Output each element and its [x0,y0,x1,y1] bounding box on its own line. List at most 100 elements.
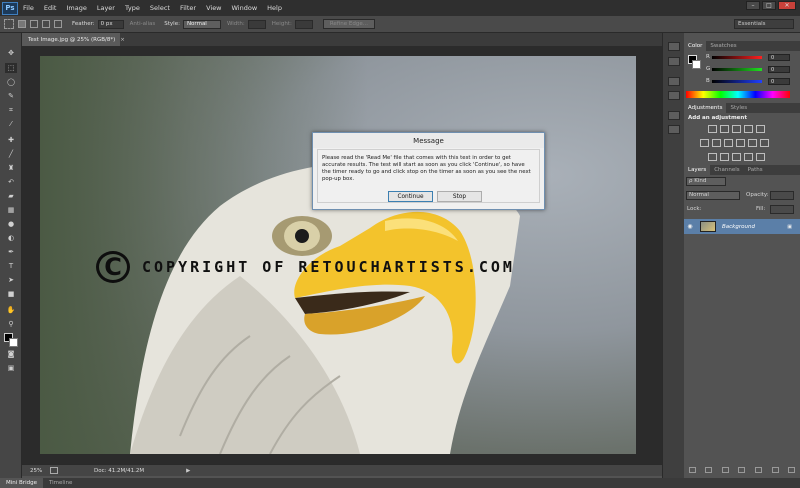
menu-select[interactable]: Select [145,4,175,12]
menu-edit[interactable]: Edit [39,4,62,12]
green-value[interactable]: 0 [768,65,790,73]
dialog-titlebar[interactable]: Message [313,133,544,148]
opacity-input[interactable] [770,191,794,200]
subtract-selection-icon[interactable] [42,20,50,28]
path-select-tool-icon[interactable]: ➤ [5,275,17,285]
properties-panel-icon[interactable] [668,57,680,66]
clone-stamp-tool-icon[interactable]: ♜ [5,163,17,173]
tab-paths[interactable]: Paths [744,165,767,175]
black-white-icon[interactable] [724,139,733,147]
lasso-tool-icon[interactable]: ◯ [5,77,17,87]
blur-tool-icon[interactable]: ● [5,219,17,229]
width-input[interactable] [247,19,266,29]
zoom-level[interactable]: 25% [22,468,44,474]
tab-styles[interactable]: Styles [726,103,751,113]
zoom-tool-icon[interactable]: ⚲ [5,319,17,329]
new-layer-icon[interactable] [771,467,779,473]
blend-mode-select[interactable]: Normal [686,191,740,200]
vibrance-icon[interactable] [756,125,765,133]
paragraph-panel-icon[interactable] [668,91,680,100]
intersect-selection-icon[interactable] [54,20,62,28]
link-layers-icon[interactable] [688,467,696,473]
feather-input[interactable]: 0 px [97,19,124,29]
photo-filter-icon[interactable] [736,139,745,147]
layer-visibility-eye-icon[interactable]: ◉ [684,223,696,230]
new-adjustment-layer-icon[interactable] [738,467,746,473]
levels-icon[interactable] [720,125,729,133]
document-tab[interactable]: Test Image.jpg @ 25% (RGB/8*) × [22,33,125,46]
menu-filter[interactable]: Filter [175,4,201,12]
posterize-icon[interactable] [720,153,729,161]
dodge-tool-icon[interactable]: ◐ [5,233,17,243]
color-balance-icon[interactable] [712,139,721,147]
character-panel-icon[interactable] [668,77,680,86]
layer-filter-kind-select[interactable]: ρ Kind [686,177,726,186]
workspace-select[interactable]: Essentials [734,19,794,29]
minimize-button[interactable]: – [746,1,760,10]
new-group-icon[interactable] [755,467,763,473]
type-tool-icon[interactable]: T [5,261,17,271]
brush-tool-icon[interactable]: ╱ [5,149,17,159]
red-slider[interactable]: R 0 [706,53,790,61]
history-panel-icon[interactable] [668,42,680,51]
layer-row[interactable]: ◉ Background ▣ [684,219,800,234]
layer-name[interactable]: Background [722,224,755,230]
menu-help[interactable]: Help [262,4,287,12]
quick-select-tool-icon[interactable]: ✎ [5,91,17,101]
layer-thumbnail[interactable] [700,221,716,232]
status-menu-arrow-icon[interactable]: ▶ [186,468,190,474]
new-selection-icon[interactable] [18,20,26,28]
screen-mode-icon[interactable]: ▣ [5,363,17,373]
antialias-checkbox-label[interactable]: Anti-alias [130,21,156,27]
background-color-swatch[interactable] [9,338,18,347]
tab-adjustments[interactable]: Adjustments [684,103,727,113]
invert-icon[interactable] [708,153,717,161]
history-brush-tool-icon[interactable]: ↶ [5,177,17,187]
color-background-swatch[interactable] [692,60,701,69]
refine-edge-button[interactable]: Refine Edge... [322,19,375,29]
blue-value[interactable]: 0 [768,77,790,85]
menu-type[interactable]: Type [120,4,145,12]
color-lookup-icon[interactable] [760,139,769,147]
maximize-button[interactable]: □ [762,1,776,10]
clone-source-panel-icon[interactable] [668,125,680,134]
menu-layer[interactable]: Layer [92,4,120,12]
tab-swatches[interactable]: Swatches [706,41,740,51]
quick-mask-icon[interactable]: ◙ [5,349,17,359]
blue-slider[interactable]: B 0 [706,77,790,85]
tab-layers[interactable]: Layers [684,165,711,175]
menu-window[interactable]: Window [227,4,263,12]
gradient-map-icon[interactable] [744,153,753,161]
rect-marquee-tool-icon[interactable]: ⬚ [5,63,17,73]
delete-layer-icon[interactable] [788,467,796,473]
hue-saturation-icon[interactable] [700,139,709,147]
eraser-tool-icon[interactable]: ▰ [5,191,17,201]
hand-tool-icon[interactable]: ✋ [5,305,17,315]
brush-panel-icon[interactable] [668,111,680,120]
tab-mini-bridge[interactable]: Mini Bridge [0,478,43,488]
tab-color[interactable]: Color [684,41,707,51]
height-input[interactable] [294,19,313,29]
exposure-icon[interactable] [744,125,753,133]
menu-file[interactable]: File [18,4,39,12]
add-selection-icon[interactable] [30,20,38,28]
layer-style-icon[interactable] [705,467,713,473]
style-select[interactable]: Normal [182,19,221,29]
marquee-tool-preset-icon[interactable] [4,19,14,29]
gradient-tool-icon[interactable]: ▦ [5,205,17,215]
status-share-icon[interactable] [50,467,58,474]
close-window-button[interactable]: ✕ [778,1,796,10]
continue-button[interactable]: Continue [388,191,433,202]
crop-tool-icon[interactable]: ⌗ [5,105,17,115]
blue-slider-track[interactable] [712,79,762,83]
menu-image[interactable]: Image [61,4,91,12]
move-tool-icon[interactable]: ✥ [5,48,17,58]
pen-tool-icon[interactable]: ✒ [5,247,17,257]
selective-color-icon[interactable] [756,153,765,161]
curves-icon[interactable] [732,125,741,133]
red-value[interactable]: 0 [768,53,790,61]
close-document-icon[interactable]: × [120,37,125,43]
menu-view[interactable]: View [201,4,226,12]
fill-input[interactable] [770,205,794,214]
brightness-contrast-icon[interactable] [708,125,717,133]
